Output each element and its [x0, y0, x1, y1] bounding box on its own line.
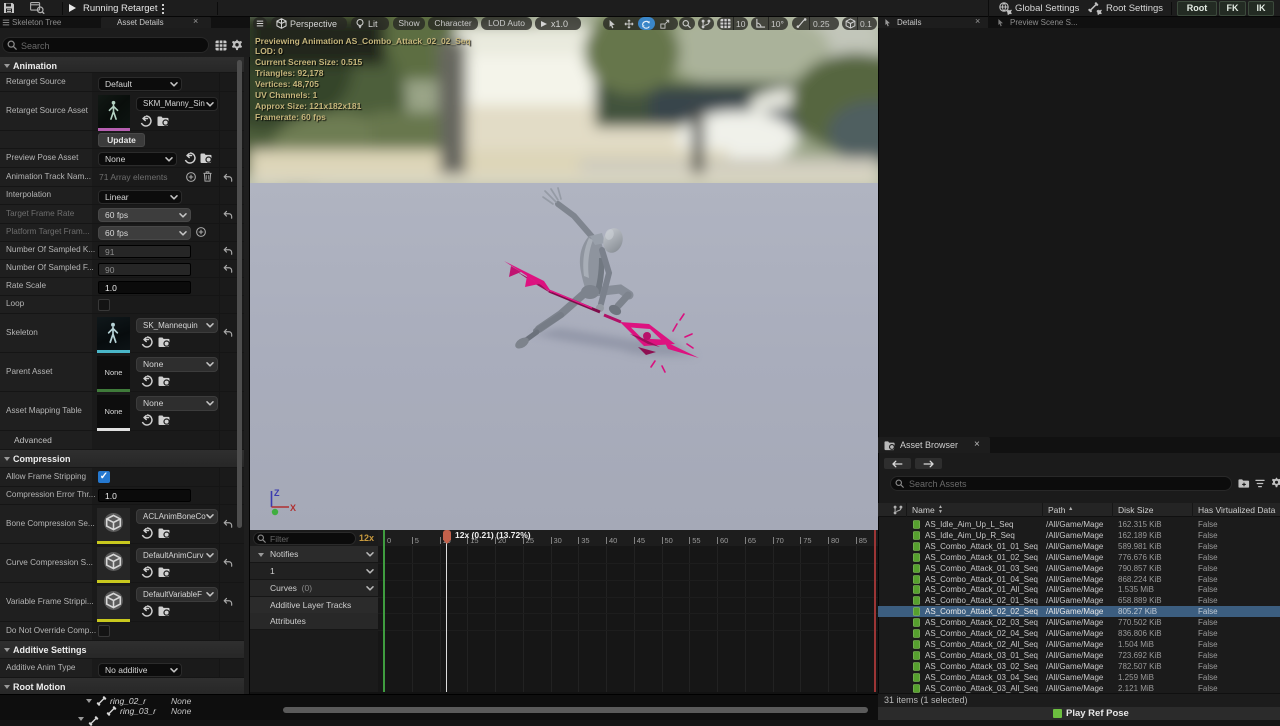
svg-text:X: X	[290, 503, 296, 513]
svg-text:Z: Z	[274, 488, 280, 498]
